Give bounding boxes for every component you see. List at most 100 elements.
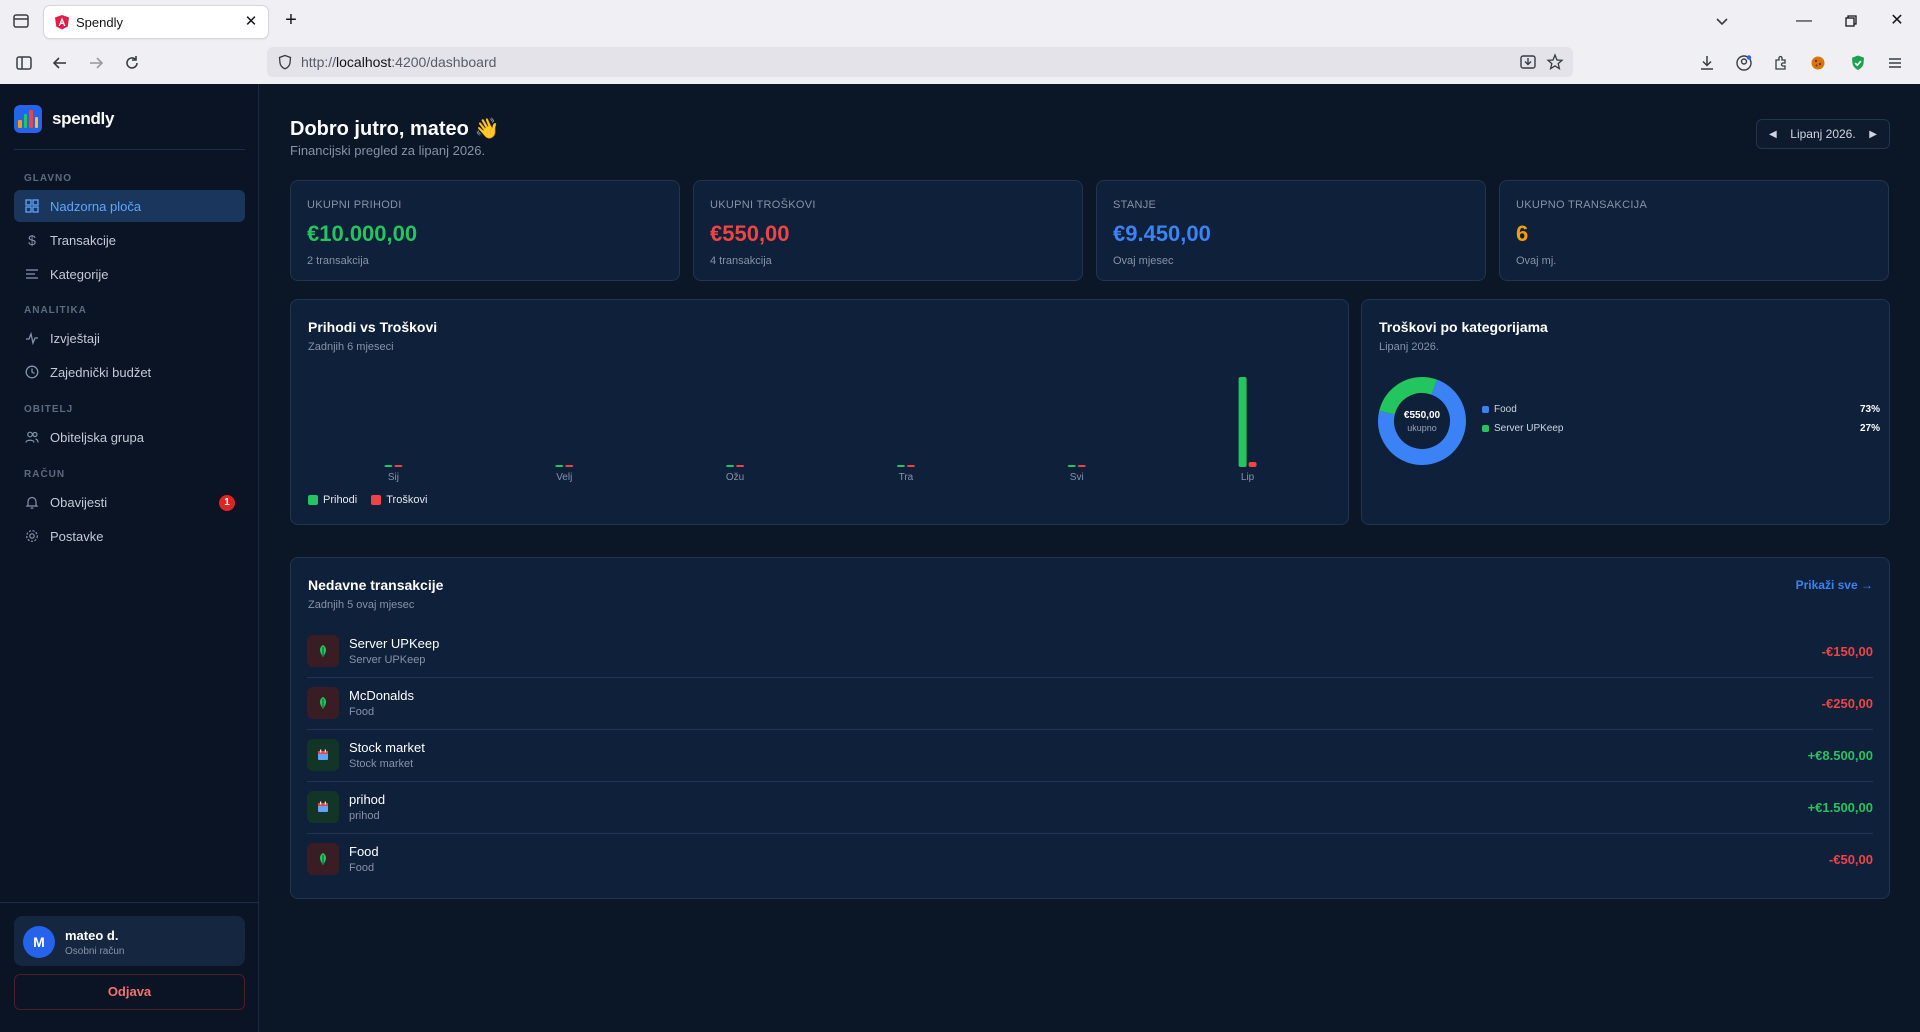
leaf-icon bbox=[307, 843, 339, 875]
transaction-name: Stock market bbox=[349, 740, 425, 755]
stat-sub: Ovaj mjesec bbox=[1113, 255, 1174, 267]
sidebar-item-label: Obavijesti bbox=[50, 494, 108, 510]
section-subtitle: Zadnjih 5 ovaj mjesec bbox=[308, 599, 415, 611]
bar-prihodi-ožu[interactable] bbox=[726, 465, 735, 467]
transaction-row[interactable]: Stock market Stock market +€8.500,00 bbox=[307, 730, 1873, 782]
bar-prihodi-velj[interactable] bbox=[555, 465, 564, 467]
leaf-icon bbox=[307, 687, 339, 719]
activity-icon bbox=[24, 330, 40, 346]
chart-subtitle: Lipanj 2026. bbox=[1379, 341, 1439, 353]
sidebar-item-reports[interactable]: Izvještaji bbox=[14, 322, 245, 354]
stat-card-expenses: UKUPNI TROŠKOVI €550,00 4 transakcija bbox=[693, 180, 1083, 281]
save-page-icon[interactable] bbox=[1519, 53, 1537, 71]
bar-troškovi-tra[interactable] bbox=[906, 465, 915, 467]
legend-item-expenses: Troškovi bbox=[371, 494, 427, 506]
forward-icon[interactable] bbox=[85, 52, 107, 74]
donut-legend: Food 73% Server UPKeep 27% bbox=[1482, 404, 1880, 442]
stat-label: UKUPNI PRIHODI bbox=[307, 199, 402, 211]
transaction-row[interactable]: prihod prihod +€1.500,00 bbox=[307, 782, 1873, 834]
bar-prihodi-sij[interactable] bbox=[384, 465, 393, 467]
extension-shield-icon[interactable] bbox=[1847, 52, 1869, 74]
sidebar-item-settings[interactable]: Postavke bbox=[14, 520, 245, 552]
sidebar-item-family-group[interactable]: Obiteljska grupa bbox=[14, 421, 245, 453]
bar-troškovi-sij[interactable] bbox=[394, 465, 403, 467]
bar-troškovi-ožu[interactable] bbox=[736, 465, 745, 467]
divider bbox=[0, 902, 259, 903]
stat-value: €9.450,00 bbox=[1113, 221, 1211, 246]
transaction-category: Stock market bbox=[349, 758, 414, 770]
bar-troškovi-svi[interactable] bbox=[1077, 465, 1086, 467]
logout-button[interactable]: Odjava bbox=[14, 974, 245, 1010]
transaction-name: McDonalds bbox=[349, 688, 415, 703]
main-content: Dobro jutro, mateo 👋 Financijski pregled… bbox=[260, 84, 1920, 1032]
browser-chrome: Spendly ✕ + — ✕ http://localhost:4200/da… bbox=[0, 0, 1920, 84]
stat-value: €10.000,00 bbox=[307, 221, 418, 246]
sidebar-item-transactions[interactable]: $ Transakcije bbox=[14, 224, 245, 256]
brand[interactable]: spendly bbox=[14, 104, 114, 134]
legend-item-income: Prihodi bbox=[308, 494, 357, 506]
bar-troškovi-velj[interactable] bbox=[565, 465, 574, 467]
account-icon[interactable] bbox=[1733, 52, 1755, 74]
menu-icon[interactable] bbox=[1884, 52, 1906, 74]
donut-svg bbox=[1378, 377, 1466, 465]
stat-sub: 2 transakcija bbox=[307, 255, 369, 267]
next-month-icon[interactable]: ▶ bbox=[1869, 129, 1877, 140]
bar-troškovi-lip[interactable] bbox=[1248, 462, 1257, 467]
sidebar-item-dashboard[interactable]: Nadzorna ploča bbox=[14, 190, 245, 222]
prev-month-icon[interactable]: ◀ bbox=[1769, 129, 1777, 140]
bar-prihodi-lip[interactable] bbox=[1238, 377, 1247, 467]
transaction-row[interactable]: McDonalds Food -€250,00 bbox=[307, 678, 1873, 730]
stat-value: 6 bbox=[1516, 221, 1529, 246]
transaction-category: Food bbox=[349, 706, 375, 718]
sidebar-item-label: Zajednički budžet bbox=[50, 364, 152, 380]
close-tab-icon[interactable]: ✕ bbox=[242, 13, 260, 31]
sidebar-item-label: Izvještaji bbox=[50, 330, 100, 346]
sidebar: spendly GLAVNO Nadzorna ploča $ Transakc… bbox=[0, 84, 259, 1032]
wave-icon: 👋 bbox=[474, 118, 500, 140]
transaction-row[interactable]: Server UPKeep Server UPKeep -€150,00 bbox=[307, 626, 1873, 678]
transaction-amount: -€250,00 bbox=[1821, 696, 1873, 711]
transaction-category: Food bbox=[349, 862, 375, 874]
month-selector[interactable]: ◀ Lipanj 2026. ▶ bbox=[1756, 119, 1890, 149]
x-tick-label: Tra bbox=[899, 472, 914, 483]
grid-icon bbox=[24, 198, 40, 214]
sidebar-item-shared-budget[interactable]: Zajednički budžet bbox=[14, 356, 245, 388]
bell-icon bbox=[24, 494, 40, 510]
new-tab-icon[interactable]: + bbox=[280, 9, 302, 31]
gear-icon bbox=[24, 528, 40, 544]
bar-prihodi-tra[interactable] bbox=[896, 465, 905, 467]
transaction-amount: -€50,00 bbox=[1828, 852, 1873, 867]
address-bar[interactable]: http://localhost:4200/dashboard bbox=[267, 47, 1573, 77]
sidebar-item-categories[interactable]: Kategorije bbox=[14, 258, 245, 290]
chevron-down-icon[interactable] bbox=[1711, 10, 1733, 32]
extensions-icon[interactable] bbox=[1770, 52, 1792, 74]
bar-prihodi-svi[interactable] bbox=[1067, 465, 1076, 467]
minimize-icon[interactable]: — bbox=[1791, 8, 1817, 34]
tab-list-icon[interactable] bbox=[10, 10, 32, 32]
site-info-icon[interactable] bbox=[277, 54, 293, 70]
income-expense-chart-panel: Prihodi vs Troškovi Zadnjih 6 mjeseci Si… bbox=[290, 299, 1349, 525]
downloads-icon[interactable] bbox=[1696, 52, 1718, 74]
sidebar-item-notifications[interactable]: Obavijesti 1 bbox=[14, 486, 245, 518]
transaction-name: Food bbox=[349, 844, 379, 859]
browser-tab[interactable]: Spendly ✕ bbox=[44, 6, 268, 38]
restore-icon[interactable] bbox=[1838, 8, 1864, 34]
user-name: mateo d. bbox=[65, 928, 119, 943]
user-account-type: Osobni račun bbox=[65, 946, 125, 957]
brand-name: spendly bbox=[52, 109, 115, 128]
extension-cookie-icon[interactable] bbox=[1807, 52, 1829, 74]
page-subtitle: Financijski pregled za lipanj 2026. bbox=[290, 143, 486, 158]
category-chart-panel: Troškovi po kategorijama Lipanj 2026. €5… bbox=[1361, 299, 1890, 525]
bookmark-star-icon[interactable] bbox=[1546, 53, 1564, 71]
back-icon[interactable] bbox=[49, 52, 71, 74]
leaf-icon bbox=[307, 635, 339, 667]
user-card[interactable]: M mateo d. Osobni račun bbox=[14, 916, 245, 966]
list-icon bbox=[24, 266, 40, 282]
transaction-row[interactable]: Food Food -€50,00 bbox=[307, 834, 1873, 886]
close-window-icon[interactable]: ✕ bbox=[1884, 8, 1910, 34]
reload-icon[interactable] bbox=[121, 52, 143, 74]
sidebar-toggle-icon[interactable] bbox=[13, 52, 35, 74]
view-all-link[interactable]: Prikaži sve → bbox=[1796, 578, 1873, 592]
sidebar-item-label: Postavke bbox=[50, 528, 104, 544]
calendar-icon bbox=[307, 739, 339, 771]
